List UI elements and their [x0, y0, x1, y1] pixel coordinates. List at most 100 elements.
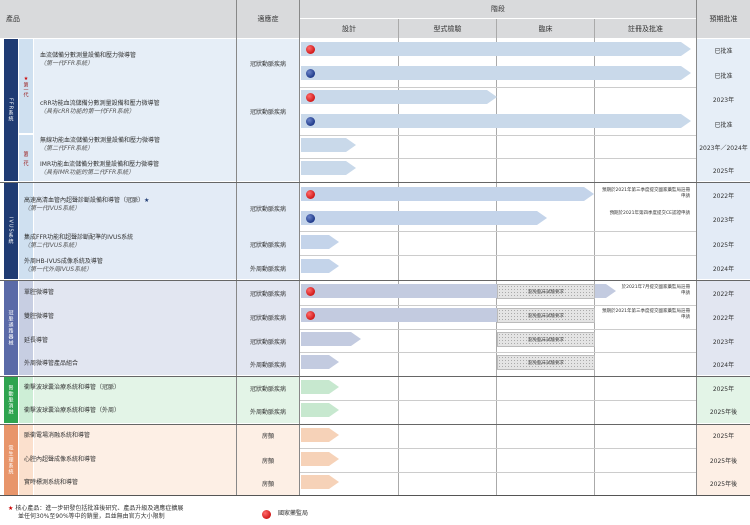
product-shock-peripheral: 衝擊波球囊治療系統和導管（外周）	[24, 407, 121, 414]
product-mapping: 實時標測系統和導管	[24, 479, 79, 486]
header-design: 設計	[300, 19, 398, 38]
exempt-box: 豁免臨床試驗要求	[497, 355, 595, 370]
hline	[300, 448, 696, 449]
product-peripheral-micro: 外周微導管產品組合	[24, 360, 79, 367]
header-stage: 階段	[300, 0, 696, 18]
hline	[0, 424, 750, 425]
approval: 2025年	[712, 433, 735, 440]
header-type-test: 型式檢驗	[399, 19, 496, 38]
progress-arrow	[301, 90, 497, 104]
nmpa-dot	[306, 311, 315, 320]
nmpa-dot	[306, 287, 315, 296]
note-nmpa-q3-b: 預期於2021年第三季度提交國家藥監局註冊申請	[602, 309, 690, 320]
product-ivus-peripheral: 外周HB-IVUS成像系統及導管 （第一代外周IVUS系統）	[24, 258, 103, 273]
approval: 2023年	[712, 97, 735, 104]
hline	[300, 158, 696, 159]
approval: 已批准	[714, 73, 733, 80]
indication: 房顫	[261, 433, 274, 440]
note-nmpa-q3: 預期於2021年第三季度提交國家藥監局註冊申請	[602, 188, 690, 199]
approval: 2025年	[712, 242, 735, 249]
approval: 2023年	[712, 217, 735, 224]
indication: 房顫	[261, 481, 274, 488]
ce-dot	[306, 117, 315, 126]
header-indication: 適應症	[237, 0, 299, 38]
hline	[300, 400, 696, 401]
category-ivus: IVUS系統	[4, 183, 18, 279]
category-shockwave: 腎動脈消融	[4, 377, 18, 423]
indication: 冠狀動脈疾病	[249, 242, 286, 249]
hline	[300, 329, 696, 330]
hline	[300, 305, 696, 306]
product-dual-lumen: 雙腔微導管	[24, 313, 55, 320]
stage-area	[300, 39, 696, 495]
progress-arrow	[301, 114, 691, 128]
header-product: 產品	[0, 0, 236, 38]
product-ffr1: 血流儲備分數測量設備和壓力微導管 （第一代FFR系統）	[40, 52, 137, 67]
progress-arrow	[301, 187, 594, 201]
category-ep: 電生理系統	[4, 425, 18, 495]
approval: 2022年	[712, 291, 735, 298]
indication: 冠狀動脈疾病	[249, 386, 286, 393]
header-clinical: 臨床	[497, 19, 594, 38]
approval: 2024年	[712, 362, 735, 369]
approval: 已批准	[714, 122, 733, 129]
nmpa-dot	[306, 190, 315, 199]
category-ffr: FFR系統	[4, 39, 18, 181]
approval: 已批准	[714, 48, 733, 55]
hline	[300, 87, 696, 88]
product-pfa: 脈衝電場消融系統和導管	[24, 432, 91, 439]
indication: 冠狀動脈疾病	[249, 315, 286, 322]
indication: 冠狀動脈疾病	[249, 206, 286, 213]
approval: 2024年	[712, 266, 735, 273]
subgroup-gen1: ★ 第一代	[19, 39, 33, 133]
hline	[0, 376, 750, 377]
approval: 2023年	[712, 339, 735, 346]
indication: 冠狀動脈疾病	[249, 339, 286, 346]
approval: 2022年	[712, 193, 735, 200]
subgroup-gen2: 第二代	[19, 135, 33, 181]
product-ivus2: 集成FFR功能和超聲診斷配準的IVUS系統 （第二代IVUS系統）	[24, 234, 134, 249]
nmpa-dot	[306, 93, 315, 102]
hline	[300, 472, 696, 473]
indication: 外周動脈疾病	[249, 266, 286, 273]
nmpa-dot	[306, 45, 315, 54]
category-micro: 冠脈通路器械	[4, 281, 18, 375]
approval: 2025年後	[709, 458, 738, 465]
progress-arrow	[301, 161, 356, 175]
ce-dot	[306, 69, 315, 78]
approval: 2022年	[712, 315, 735, 322]
indication: 外周動脈疾病	[249, 409, 286, 416]
legend-nmpa-dot	[262, 510, 271, 519]
indication: 外周動脈疾病	[249, 362, 286, 369]
indication: 冠狀動脈疾病	[249, 109, 286, 116]
sep-stage-start	[299, 0, 300, 495]
star-icon: ★	[8, 505, 14, 512]
progress-arrow	[301, 211, 547, 225]
ce-dot	[306, 214, 315, 223]
hline	[300, 352, 696, 353]
approval: 2025年後	[709, 481, 738, 488]
product-extension: 延長導管	[24, 337, 49, 344]
hline	[300, 135, 696, 136]
note-nmpa-july: 於2021年7月提交國家藥監局註冊申請	[621, 285, 690, 296]
hline	[0, 280, 750, 281]
product-ivus1: 高速高清血管內超聲診斷設備和導管（冠脈）★ （第一代IVUS系統）	[24, 197, 150, 212]
product-ice: 心腔內超聲成像系統和導管	[24, 456, 97, 463]
approval: 2023年／2024年	[699, 145, 748, 152]
indication: 房顫	[261, 458, 274, 465]
header-expected-approval: 預期批准	[697, 0, 750, 38]
product-ffr2-wireless: 無線功能血流儲備分數測量設備和壓力微導管 （第二代FFR系統）	[40, 137, 161, 152]
progress-arrow	[301, 138, 356, 152]
approval: 2025年後	[709, 409, 738, 416]
footer-core-note: ★ 核心產品：進一步研發包括批准後研究、產品升級及適應症擴展 並任何30%至90…	[8, 505, 184, 520]
indication: 冠狀動脈疾病	[249, 61, 286, 68]
exempt-box: 豁免臨床試驗要求	[497, 308, 595, 323]
progress-arrow	[301, 332, 361, 346]
header-registration: 註冊及批准	[595, 19, 696, 38]
exempt-box: 豁免臨床試驗要求	[497, 284, 595, 299]
hline	[0, 182, 750, 183]
progress-arrow	[301, 66, 691, 80]
hline	[300, 255, 696, 256]
product-shock-coronary: 衝擊波球囊治療系統和導管（冠脈）	[24, 384, 121, 391]
exempt-box: 豁免臨床試驗要求	[497, 332, 595, 347]
